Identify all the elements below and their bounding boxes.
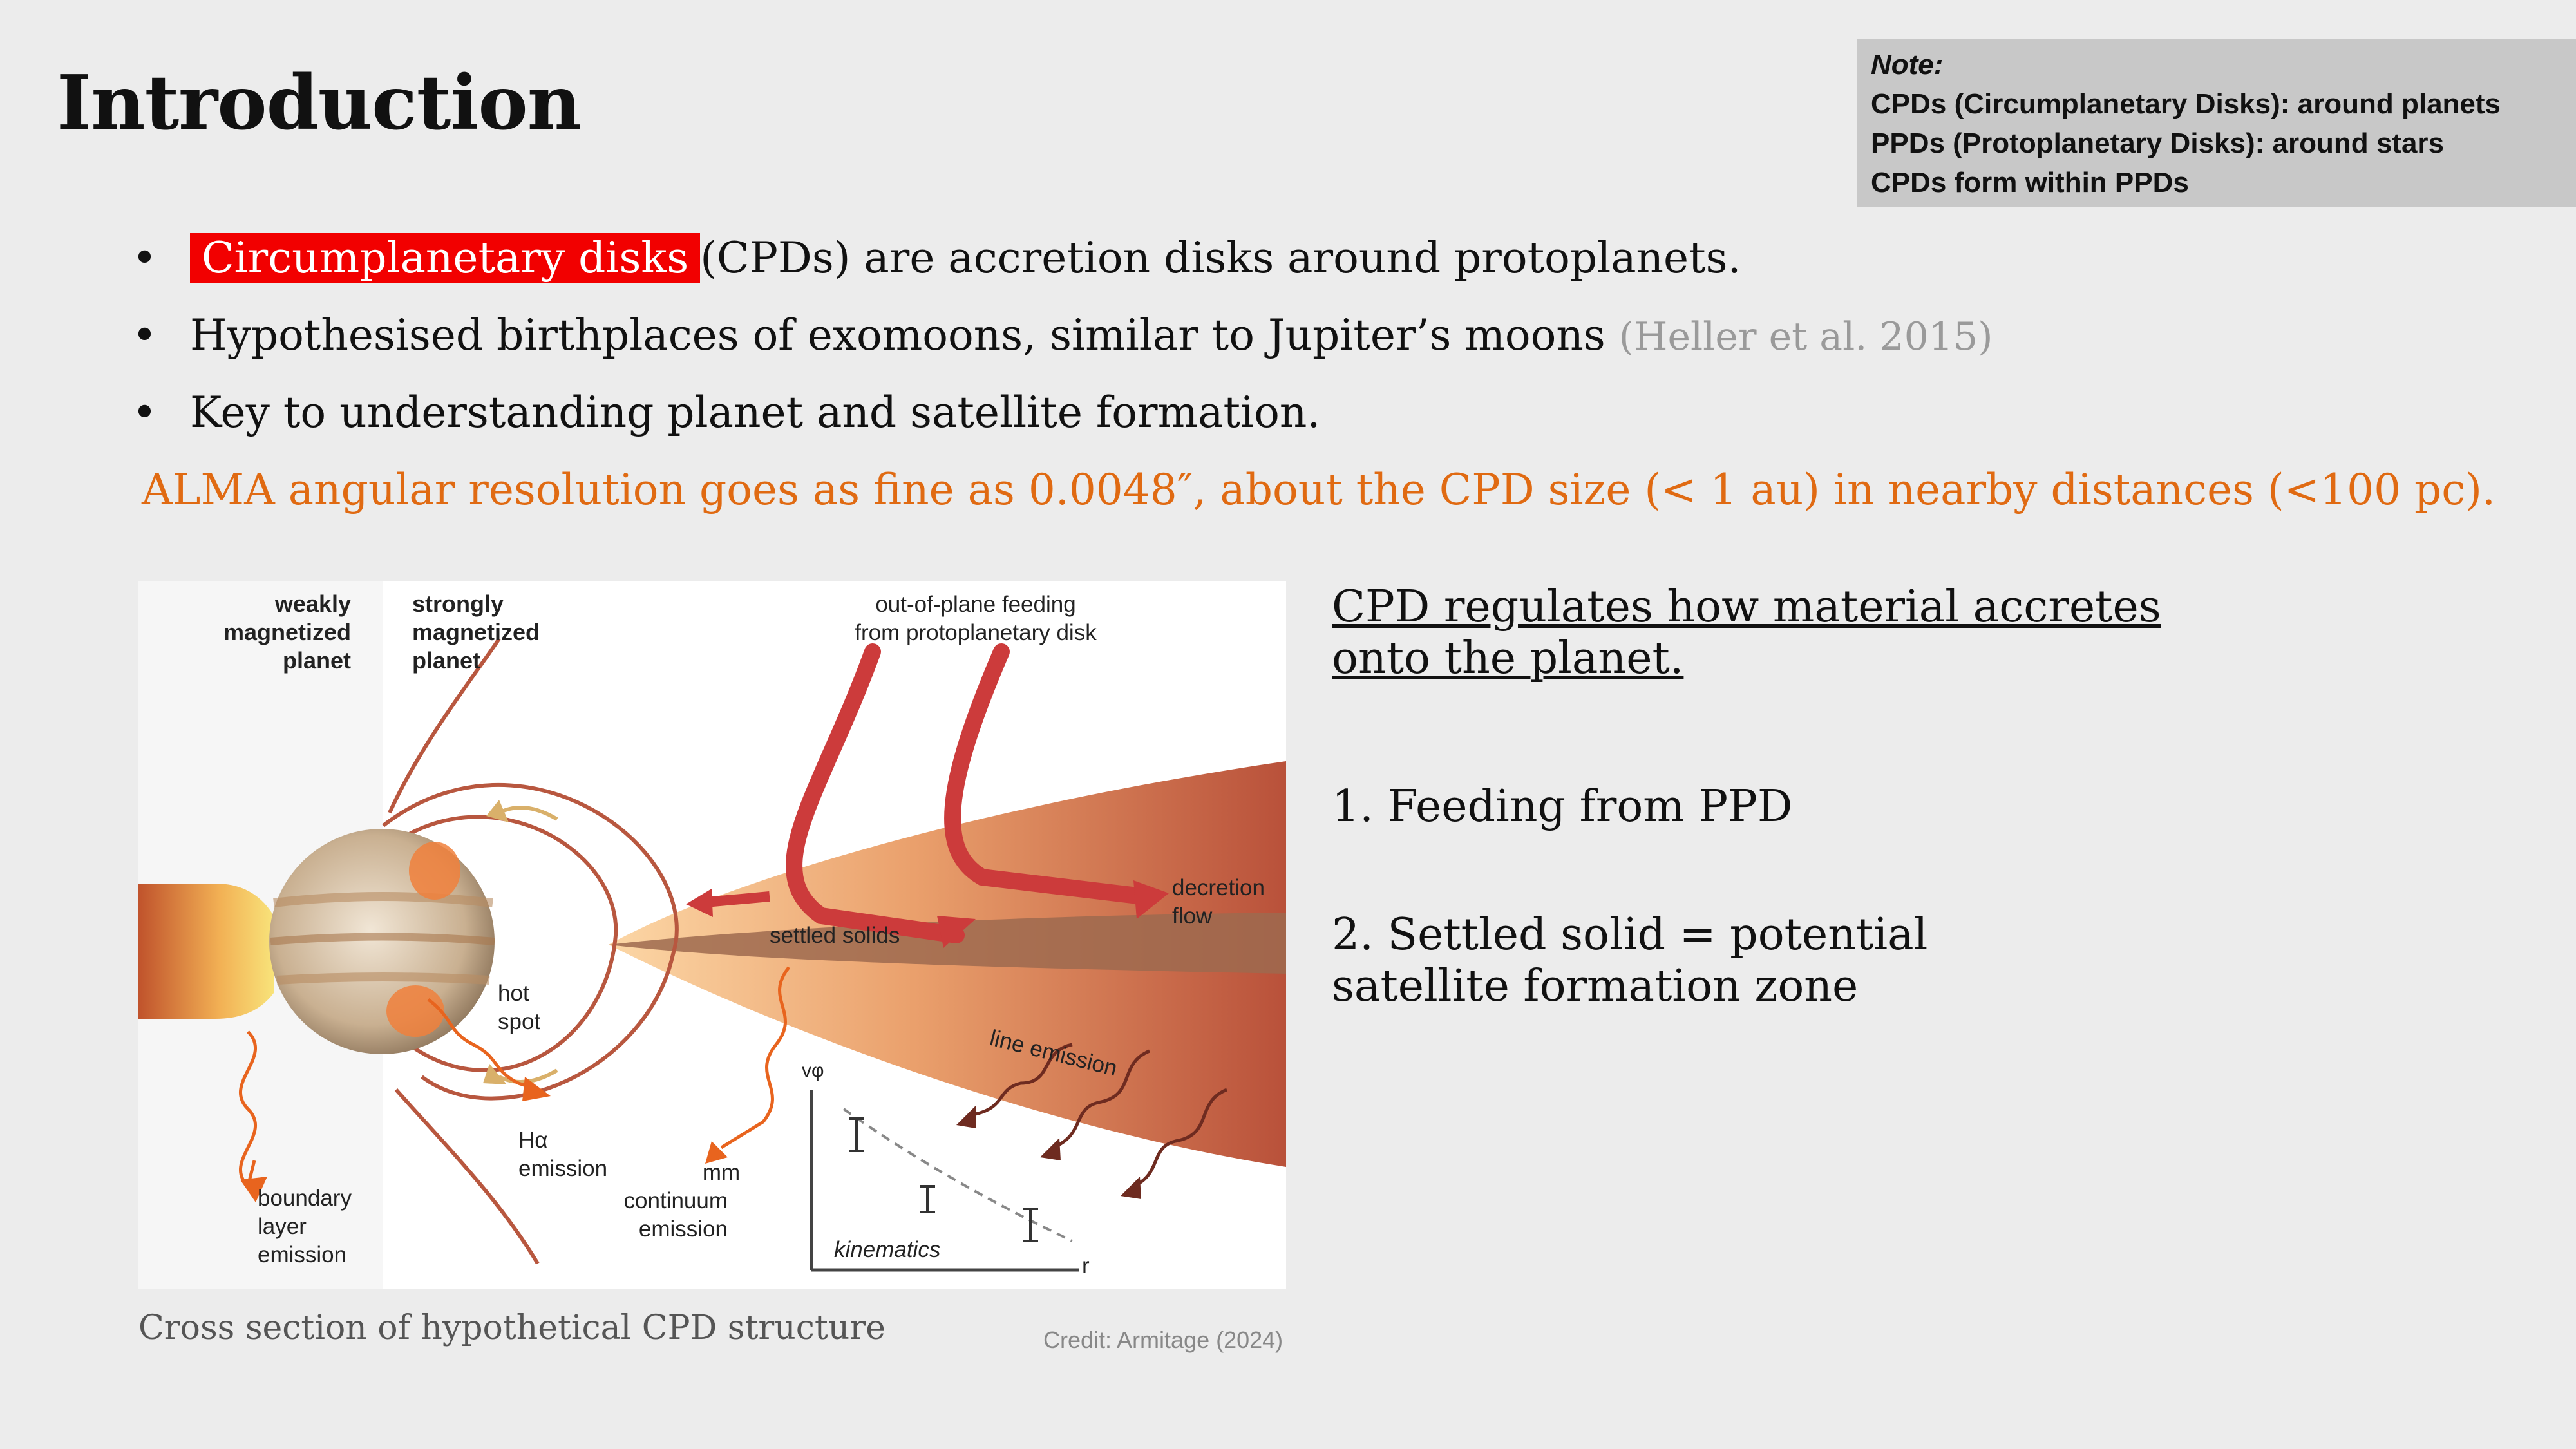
highlight-term: Circumplanetary disks [190, 233, 701, 283]
label-mm: continuum [624, 1188, 728, 1213]
note-line: PPDs (Protoplanetary Disks): around star… [1871, 128, 2445, 159]
label-halpha: emission [518, 1156, 607, 1181]
error-bars [849, 1117, 1038, 1242]
label-feeding: from protoplanetary disk [855, 620, 1097, 645]
label-feeding: out-of-plane feeding [875, 592, 1075, 617]
label-hot-spot: spot [498, 1009, 540, 1034]
arrow-head [956, 1106, 976, 1128]
bullet-text: Key to understanding planet and satellit… [190, 388, 1321, 437]
label-halpha: Hα [518, 1128, 548, 1153]
label-boundary: emission [258, 1242, 346, 1267]
label-hot-spot: hot [498, 981, 529, 1006]
regulates-heading: CPD regulates how material accretes onto… [1332, 582, 2161, 684]
label-mm: mm [703, 1160, 740, 1185]
label-boundary: boundary [258, 1186, 352, 1211]
bullet-marker: • [132, 388, 157, 437]
field-line [394, 1088, 540, 1265]
figure-caption: Cross section of hypothetical CPD struct… [138, 1309, 886, 1347]
label-decretion: decretion [1172, 875, 1265, 900]
bullet-text: Hypothesised birthplaces of exomoons, si… [190, 310, 1605, 360]
cpd-diagram-svg: weakly magnetized planet strongly magnet… [138, 581, 1286, 1289]
boundary-glow [138, 884, 274, 1019]
label-mm: emission [639, 1217, 728, 1242]
page-title: Introduction [57, 59, 582, 147]
arrow-head [1040, 1138, 1061, 1160]
bullet-marker: • [132, 233, 157, 283]
citation: (Heller et al. 2015) [1618, 314, 1993, 359]
cpd-diagram: weakly magnetized planet strongly magnet… [138, 581, 1286, 1289]
label-v-axis: vφ [802, 1060, 824, 1081]
label-settled-solids: settled solids [770, 923, 900, 948]
label-weakly: weakly [274, 591, 351, 617]
label-boundary: layer [258, 1214, 307, 1239]
bullet-text: (CPDs) are accretion disks around protop… [700, 233, 1741, 283]
alma-resolution-note: ALMA angular resolution goes as fine as … [142, 465, 2496, 515]
flow-arrow [498, 806, 558, 821]
planet-band [276, 972, 490, 985]
rotation-curve [842, 1108, 1073, 1242]
point-item: 1. Feeding from PPD [1332, 781, 1793, 832]
label-weakly: magnetized [223, 619, 351, 645]
label-weakly: planet [283, 647, 351, 674]
note-line: CPDs form within PPDs [1871, 167, 2189, 198]
label-strongly: magnetized [412, 619, 540, 645]
figure-credit: Credit: Armitage (2024) [1043, 1327, 1283, 1353]
hot-spot [386, 985, 444, 1037]
label-strongly: strongly [412, 591, 504, 617]
hot-spot [409, 842, 460, 900]
note-heading: Note: [1871, 49, 1944, 80]
arrow-head [1121, 1177, 1141, 1199]
note-line: CPDs (Circumplanetary Disks): around pla… [1871, 88, 2501, 120]
label-r-axis: r [1082, 1253, 1090, 1278]
label-strongly: planet [412, 647, 480, 674]
label-decretion: flow [1172, 904, 1213, 929]
note-box: Note: CPDs (Circumplanetary Disks): arou… [1857, 39, 2576, 207]
point-item: 2. Settled solid = potential satellite f… [1332, 909, 1928, 1012]
label-kinematics: kinematics [834, 1237, 940, 1262]
bullet-marker: • [132, 310, 157, 360]
